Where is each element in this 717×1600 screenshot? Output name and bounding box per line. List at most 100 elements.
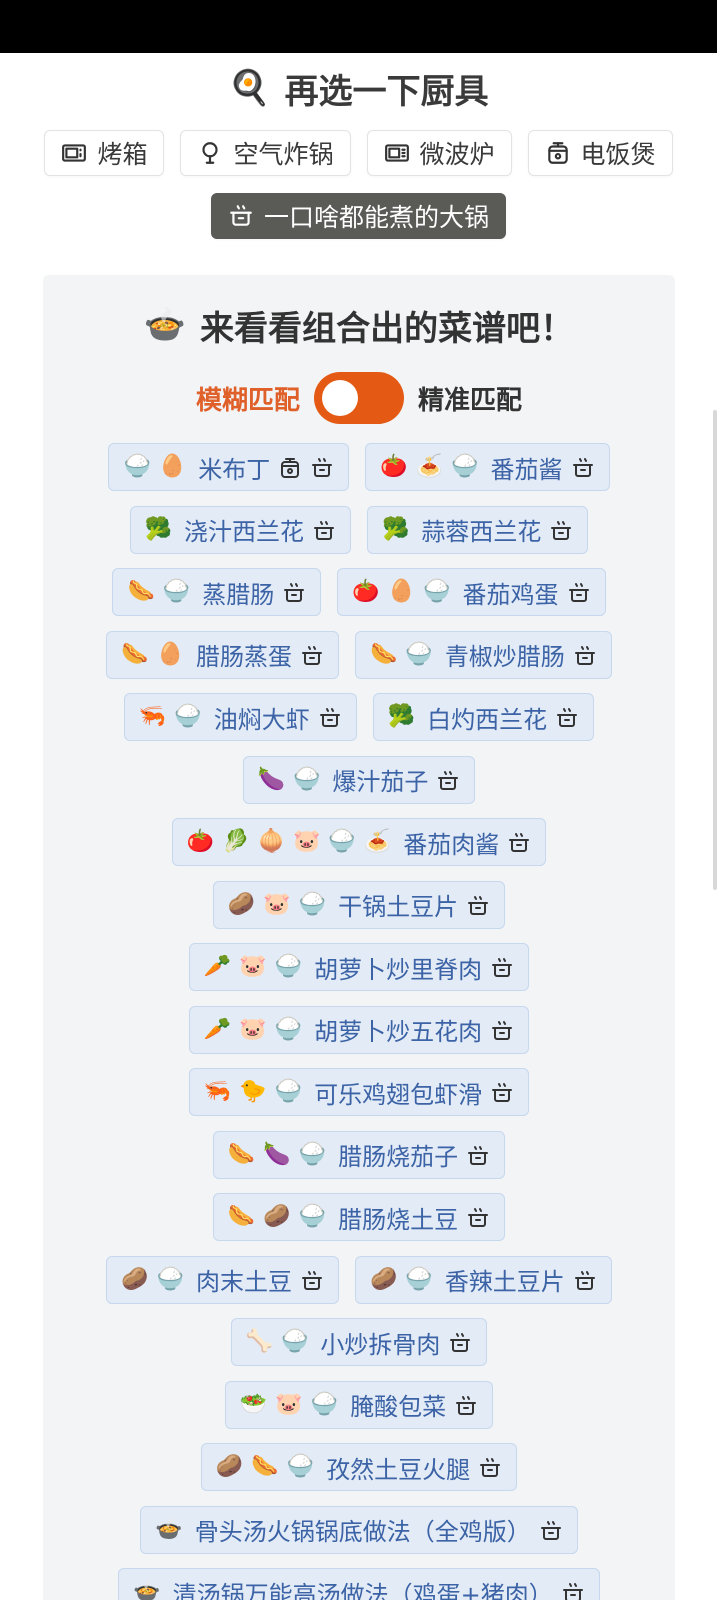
exact-match-label[interactable]: 精准匹配	[418, 380, 522, 417]
ingredient-emoji: 🍚	[274, 1079, 303, 1104]
ingredient-emoji: 🍚	[286, 1454, 315, 1479]
tool-button-air-fryer[interactable]: 空气炸锅	[180, 130, 351, 176]
recipe-chip[interactable]: 🌭 🥔 🍚 腊肠烧土豆	[212, 1193, 506, 1241]
tools-section-title-text: 再选一下厨具	[284, 71, 489, 112]
pot-icon	[448, 1330, 472, 1354]
recipe-chip[interactable]: 🥔 🐷 🍚 干锅土豆片	[212, 880, 506, 929]
ingredient-emoji: 🍚	[451, 454, 479, 479]
pot-icon	[571, 455, 595, 479]
tools-row: 一口啥都能煮的大锅	[0, 193, 717, 239]
pot-icon	[454, 1393, 478, 1417]
recipe-row: 🌭 🍚 蒸腊肠 🍅 🥚 🍚 番茄鸡蛋	[43, 568, 675, 616]
tool-button-pot[interactable]: 一口啥都能煮的大锅	[210, 193, 506, 239]
recipe-chip[interactable]: 🥦 浇汁西兰花	[129, 505, 351, 554]
match-mode-switch[interactable]	[314, 372, 404, 424]
pot-icon	[466, 1143, 490, 1167]
recipe-name: 爆汁茄子	[332, 768, 429, 796]
recipe-name: 干锅土豆片	[338, 893, 459, 921]
oven-icon	[61, 140, 87, 166]
recipe-name: 浇汁西兰花	[184, 518, 304, 546]
scrollbar[interactable]	[713, 410, 717, 890]
ingredient-emoji: 🍚	[274, 954, 303, 979]
tool-button-oven[interactable]: 烤箱	[44, 130, 165, 176]
recipe-row: 🥗 🐷 🍚 腌酸包菜	[43, 1380, 675, 1429]
ingredient-emoji: 🌭	[127, 579, 155, 604]
pot-icon	[539, 1518, 563, 1542]
recipe-row: 🦐 🍚 油焖大虾 🥦 白灼西兰花	[43, 693, 675, 741]
recipe-name: 骨头汤火锅锅底做法（全鸡版）	[194, 1518, 531, 1546]
pot-icon	[549, 518, 573, 542]
pot-icon	[573, 643, 597, 667]
pot-icon	[567, 580, 591, 604]
recipe-chip[interactable]: 🥕 🐷 🍚 胡萝卜炒五花肉	[188, 1005, 530, 1054]
ingredient-emoji: 🍚	[298, 891, 327, 917]
recipe-chip[interactable]: 🍆 🍚 爆汁茄子	[242, 755, 476, 804]
pot-icon	[282, 580, 306, 604]
fuzzy-match-label[interactable]: 模糊匹配	[196, 380, 300, 417]
ingredient-emoji: 🥕	[203, 954, 232, 979]
frying-pan-emoji: 🍳	[228, 68, 271, 108]
recipe-chip[interactable]: 🥕 🐷 🍚 胡萝卜炒里脊肉	[188, 943, 530, 991]
pot-icon	[555, 705, 579, 729]
recipe-chip[interactable]: 🍲 骨头汤火锅锅底做法（全鸡版）	[140, 1505, 578, 1554]
recipe-row: 🍆 🍚 爆汁茄子	[43, 755, 675, 804]
ingredient-emoji: 🐷	[239, 954, 267, 979]
recipe-chip[interactable]: 🦐 🐤 🍚 可乐鸡翅包虾滑	[188, 1068, 530, 1116]
ingredient-emoji: 🍚	[405, 1266, 433, 1292]
ingredient-emoji: 🌭	[370, 641, 398, 667]
ingredient-emoji: 🥚	[158, 454, 187, 479]
recipe-row: 🥔 🐷 🍚 干锅土豆片	[43, 880, 675, 929]
recipe-chip[interactable]: 🌭 🥚 腊肠蒸蛋	[106, 630, 339, 679]
tool-button-rice-cooker[interactable]: 电饭煲	[527, 130, 673, 176]
ingredient-emoji: 🍅	[186, 829, 215, 854]
recipe-row: 🌭 🥔 🍚 腊肠烧土豆	[43, 1193, 675, 1241]
recipe-chip[interactable]: 🦐 🍚 油焖大虾	[123, 693, 357, 741]
ingredient-emoji: 🦴	[245, 1329, 273, 1354]
recipe-chip[interactable]: 🥔 🍚 肉末土豆	[106, 1255, 339, 1304]
ingredient-emoji: 🍅	[352, 579, 380, 604]
ingredient-emoji: 🍚	[274, 1016, 303, 1042]
recipe-chip[interactable]: 🌭 🍚 青椒炒腊肠	[355, 630, 612, 679]
recipe-chip[interactable]: 🥔 🌭 🍚 孜然土豆火腿	[200, 1443, 518, 1491]
ingredient-emoji: 🍲	[133, 1579, 161, 1600]
ingredient-emoji: 🍚	[281, 1329, 309, 1354]
pot-icon	[300, 1268, 324, 1292]
recipe-chip[interactable]: 🌭 🍆 🍚 腊肠烧茄子	[212, 1130, 506, 1179]
switch-knob	[322, 380, 358, 416]
recipe-chip[interactable]: 🥦 蒜蓉西兰花	[367, 505, 589, 554]
recipe-chip[interactable]: 🌭 🍚 蒸腊肠	[112, 568, 322, 616]
recipe-name: 腊肠烧土豆	[338, 1205, 459, 1234]
ingredient-emoji: 🥚	[387, 579, 416, 604]
ingredient-emoji: 🥦	[382, 516, 410, 542]
recipe-chip[interactable]: 🍅 🍝 🍚 番茄酱	[365, 443, 610, 491]
recipe-chip[interactable]: 🍲 清汤锅万能高汤做法（鸡蛋+猪肉）	[118, 1568, 600, 1600]
tool-button-microwave[interactable]: 微波炉	[366, 130, 512, 176]
recipe-chip[interactable]: 🥔 🍚 香辣土豆片	[355, 1255, 612, 1304]
recipes-section-title: 🍲 来看看组合出的菜谱吧！	[43, 301, 675, 349]
tool-label: 电饭煲	[580, 140, 656, 169]
recipe-chip[interactable]: 🍚 🥚 米布丁	[108, 443, 350, 491]
recipe-name: 番茄肉酱	[403, 830, 500, 859]
pot-icon	[573, 1268, 597, 1292]
recipe-row: 🥕 🐷 🍚 胡萝卜炒五花肉	[43, 1005, 675, 1054]
recipe-chip[interactable]: 🥦 白灼西兰花	[372, 693, 595, 741]
tool-label: 微波炉	[419, 140, 495, 169]
ingredient-emoji: 🍚	[423, 579, 451, 604]
recipe-name: 番茄酱	[490, 455, 563, 484]
recipes-section-title-text: 来看看组合出的菜谱吧！	[200, 308, 575, 349]
ingredient-emoji: 🍚	[293, 766, 321, 792]
ingredient-emoji: 🥔	[215, 1454, 244, 1479]
recipe-chip[interactable]: 🦴 🍚 小炒拆骨肉	[230, 1318, 488, 1366]
recipe-name: 清汤锅万能高汤做法（鸡蛋+猪肉）	[172, 1580, 553, 1600]
pot-icon	[466, 1205, 490, 1229]
recipe-chip[interactable]: 🥗 🐷 🍚 腌酸包菜	[224, 1380, 494, 1429]
recipe-name: 蒜蓉西兰花	[421, 518, 542, 546]
pot-icon	[561, 1580, 585, 1600]
ingredient-emoji: 🍚	[310, 1391, 339, 1417]
recipe-chip[interactable]: 🍅 🥚 🍚 番茄鸡蛋	[337, 568, 606, 616]
ingredient-emoji: 🍆	[263, 1141, 291, 1167]
pot-icon	[310, 455, 334, 479]
ingredient-emoji: 🥦	[144, 516, 172, 542]
recipe-row: 🌭 🍆 🍚 腊肠烧茄子	[43, 1130, 675, 1179]
recipe-chip[interactable]: 🍅 🥬 🧅 🐷 🍚 🍝 番茄肉酱	[171, 818, 547, 866]
